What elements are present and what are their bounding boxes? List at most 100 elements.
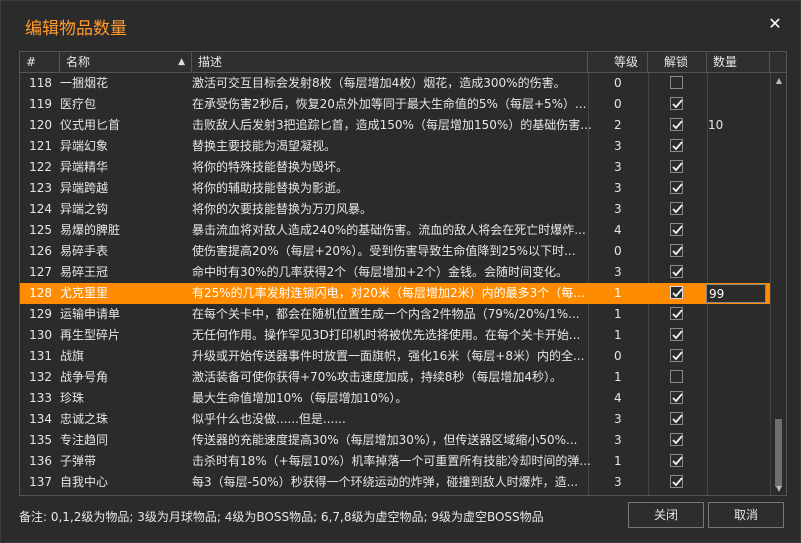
cancel-button[interactable]: 取消 [708,502,784,528]
close-button[interactable]: 关闭 [628,502,704,528]
row-index: 134 [29,412,52,426]
item-quantity[interactable] [708,409,766,430]
item-level: 0 [614,349,622,363]
table-row[interactable]: 119 医疗包 在承受伤害2秒后，恢复20点外加等同于最大生命值的5%（每层+5%）… [20,94,770,115]
unlock-checkbox[interactable] [670,139,683,152]
unlock-checkbox[interactable] [670,97,683,110]
unlock-checkbox[interactable] [670,223,683,236]
unlock-checkbox[interactable] [670,433,683,446]
item-name: 专注趋同 [60,433,109,447]
item-quantity[interactable]: 10 [708,115,766,136]
item-name: 异端之钩 [60,202,109,216]
column-header-unlock[interactable]: 解锁 [648,52,707,72]
table-row[interactable]: 133 珍珠 最大生命值增加10%（每层增加10%）。 4 [20,388,770,409]
unlock-checkbox[interactable] [670,391,683,404]
table-row[interactable]: 129 运输申请单 在每个关卡中，都会在随机位置生成一个内含2件物品（79%/20%… [20,304,770,325]
row-index: 135 [29,433,52,447]
table-row[interactable]: 128 尤克里里 有25%的几率发射连锁闪电，对20米（每层增加2米）内的最多3个（… [20,283,770,304]
item-quantity[interactable] [708,220,766,241]
table-row[interactable]: 127 易碎王冠 命中时有30%的几率获得2个（每层增加+2个）金钱。会随时间变化。… [20,262,770,283]
item-level: 1 [614,454,622,468]
unlock-checkbox[interactable] [670,118,683,131]
item-description: 传送器的充能速度提高30%（每层增加30%），但传送器区域缩小50%... [192,433,578,447]
unlock-checkbox[interactable] [670,181,683,194]
item-level: 1 [614,286,622,300]
unlock-cell [668,304,688,325]
column-header-description[interactable]: 描述 [192,52,588,72]
table-row[interactable]: 125 易爆的脾脏 暴击流血将对敌人造成240%的基础伤害。流血的敌人将会在死亡时爆… [20,220,770,241]
item-description: 命中时有30%的几率获得2个（每层增加+2个）金钱。会随时间变化。 [192,265,568,279]
unlock-checkbox[interactable] [670,202,683,215]
scroll-down-icon[interactable]: ▼ [775,485,783,493]
unlock-checkbox[interactable] [670,76,683,89]
unlock-checkbox[interactable] [670,475,683,488]
item-name: 忠诚之珠 [60,412,109,426]
table-row[interactable]: 134 忠诚之珠 似乎什么也没做......但是...... 3 [20,409,770,430]
table-row[interactable]: 137 自我中心 每3（每层-50%）秒获得一个环绕运动的炸弹，碰撞到敌人时爆炸，造… [20,472,770,493]
table-row[interactable]: 131 战旗 升级或开始传送器事件时放置一面旗帜，强化16米（每层+8米）内的全..… [20,346,770,367]
item-description: 每3（每层-50%）秒获得一个环绕运动的炸弹，碰撞到敌人时爆炸，造... [192,475,579,489]
close-icon[interactable]: ✕ [766,15,784,33]
item-quantity[interactable] [708,94,766,115]
unlock-checkbox[interactable] [670,328,683,341]
table-row[interactable]: 120 仪式用匕首 击败敌人后发射3把追踪匕首，造成150%（每层增加150%）的基… [20,115,770,136]
unlock-checkbox[interactable] [670,412,683,425]
item-level: 3 [614,265,622,279]
table-row[interactable]: 132 战争号角 激活装备可使你获得+70%攻击速度加成，持续8秒（每层增加4秒）。… [20,367,770,388]
item-quantity[interactable] [708,178,766,199]
unlock-checkbox[interactable] [670,307,683,320]
unlock-checkbox[interactable] [670,160,683,173]
column-header-quantity[interactable]: 数量 [707,52,770,72]
table-row[interactable]: 121 异端幻象 替换主要技能为渴望凝视。 3 [20,136,770,157]
unlock-checkbox[interactable] [670,244,683,257]
item-quantity[interactable] [708,304,766,325]
item-quantity[interactable] [708,262,766,283]
item-quantity[interactable] [708,325,766,346]
column-header-index[interactable]: # [20,52,60,72]
table-row[interactable]: 122 异端精华 将你的特殊技能替换为毁坏。 3 [20,157,770,178]
item-description: 激活装备可使你获得+70%攻击速度加成，持续8秒（每层增加4秒）。 [192,370,562,384]
item-quantity[interactable] [708,199,766,220]
item-quantity[interactable] [708,346,766,367]
unlock-checkbox[interactable] [670,265,683,278]
item-description: 升级或开始传送器事件时放置一面旗帜，强化16米（每层+8米）内的全... [192,349,585,363]
item-description: 击杀时有18%（+每层10%）机率掉落一个可重置所有技能冷却时间的弹... [192,454,591,468]
checkmark-icon [672,246,683,256]
table-row[interactable]: 123 异端跨越 将你的辅助技能替换为影逝。 3 [20,178,770,199]
unlock-checkbox[interactable] [670,286,683,299]
unlock-cell [668,451,688,472]
column-header-level[interactable]: 等级 [588,52,648,72]
item-level: 3 [614,202,622,216]
item-quantity[interactable] [708,472,766,493]
quantity-input[interactable]: 99 [706,284,766,303]
table-row[interactable]: 126 易碎手表 使伤害提高20%（每层+20%）。受到伤害导致生命值降到25%以下… [20,241,770,262]
vertical-scrollbar[interactable]: ▲ ▼ [770,73,786,495]
item-quantity[interactable] [708,157,766,178]
column-header-name[interactable]: 名称 ▲ [60,52,192,72]
unlock-checkbox[interactable] [670,370,683,383]
item-quantity[interactable] [708,430,766,451]
item-quantity[interactable] [708,451,766,472]
item-description: 将你的特殊技能替换为毁坏。 [192,160,349,174]
unlock-cell [668,220,688,241]
table-row[interactable]: 118 一捆烟花 激活可交互目标会发射8枚（每层增加4枚）烟花，造成300%的伤害。… [20,73,770,94]
checkmark-icon [672,141,683,151]
table-row[interactable]: 136 子弹带 击杀时有18%（+每层10%）机率掉落一个可重置所有技能冷却时间的弹… [20,451,770,472]
unlock-checkbox[interactable] [670,349,683,362]
item-quantity[interactable] [708,367,766,388]
checkmark-icon [672,477,683,487]
item-name: 自我中心 [60,475,109,489]
item-quantity[interactable] [708,136,766,157]
item-quantity[interactable] [708,73,766,94]
unlock-checkbox[interactable] [670,454,683,467]
table-row[interactable]: 135 专注趋同 传送器的充能速度提高30%（每层增加30%），但传送器区域缩小50… [20,430,770,451]
scrollbar-thumb[interactable] [775,419,782,487]
row-index: 137 [29,475,52,489]
checkmark-icon [672,288,683,298]
item-quantity[interactable] [708,241,766,262]
table-row[interactable]: 124 异端之钩 将你的次要技能替换为万刃风暴。 3 [20,199,770,220]
item-quantity[interactable] [708,388,766,409]
table-row[interactable]: 130 再生型碎片 无任何作用。操作罕见3D打印机时将被优先选择使用。在每个关卡开始… [20,325,770,346]
item-level: 4 [614,391,622,405]
scroll-up-icon[interactable]: ▲ [775,77,783,85]
